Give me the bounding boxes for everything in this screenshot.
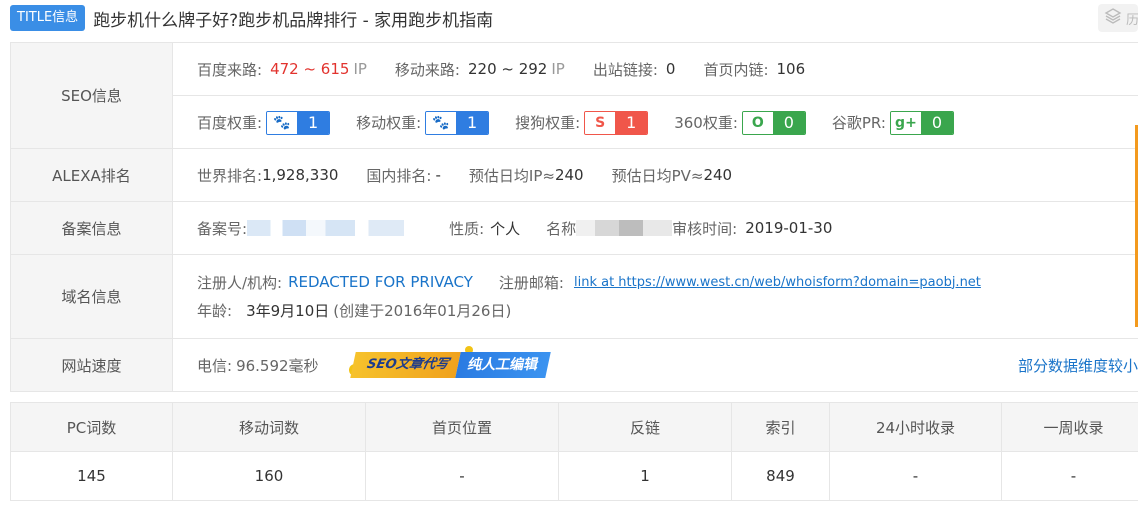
history-label: 历	[1126, 12, 1138, 28]
weight-label: 移动权重:	[356, 114, 422, 132]
paw-icon: 🐾	[267, 111, 298, 134]
seo-weights-line: 百度权重: 🐾 1 移动权重: 🐾 1 搜狗权重: S 1 360权重: O 0 谷歌PR: g+ 0	[173, 96, 1138, 149]
title-badge: TITLE信息	[10, 5, 86, 31]
domestic-rank-value: -	[435, 166, 441, 184]
nature-label: 性质:	[449, 219, 485, 238]
stats-table: PC词数 移动词数 首页位置 反链 索引 24小时收录 一周收录 145 160-1 849- -	[10, 402, 1138, 501]
data-note-link[interactable]: 部分数据维度较小	[1018, 339, 1138, 391]
weight-badge[interactable]: O0	[741, 110, 806, 135]
weight-badge[interactable]: S1	[584, 110, 649, 135]
domain-row: 域名信息 注册人/机构: REDACTED FOR PRIVACY 注册邮箱: …	[11, 255, 1138, 339]
stats-value-cell: -	[1002, 452, 1138, 501]
weight-value: 1	[615, 111, 648, 134]
created-date: (创建于2016年01月26日)	[333, 301, 512, 320]
alexa-label: ALEXA排名	[11, 149, 173, 201]
weight-label: 谷歌PR:	[831, 114, 886, 132]
daily-pv-value: 240	[703, 166, 733, 184]
home-internal-value[interactable]: 106	[777, 60, 806, 78]
sogou-icon: S	[585, 111, 616, 134]
daily-ip-label: 预估日均IP≈	[468, 166, 555, 185]
whois-email-link[interactable]: link at https://www.west.cn/web/whoisfor…	[574, 275, 996, 290]
site-info-table: SEO信息 百度来路: 472 ~ 615 IP 移动来路: 220 ~ 292…	[10, 42, 1138, 392]
domestic-rank-label: 国内排名:	[366, 166, 432, 185]
title-bar: TITLE信息 跑步机什么牌子好?跑步机品牌排行 - 家用跑步机指南 历	[10, 0, 1138, 36]
email-label: 注册邮箱:	[498, 273, 564, 292]
home-internal-label: 首页内链:	[703, 60, 769, 79]
beian-number-redacted	[247, 220, 444, 236]
beian-row: 备案信息 备案号: 性质: 个人 名称 审核时间: 2019-01-30	[11, 202, 1138, 255]
world-rank-value: 1,928,330	[262, 166, 339, 184]
ad-left-text: SEO文章代写	[349, 352, 461, 378]
ad-right-text: 纯人工编辑	[455, 352, 551, 378]
registrant-value[interactable]: REDACTED FOR PRIVACY	[288, 273, 473, 291]
seo-label: SEO信息	[11, 43, 173, 148]
beian-number-label: 备案号:	[197, 219, 248, 238]
outbound-value[interactable]: 0	[666, 60, 676, 78]
age-label: 年龄:	[197, 301, 233, 320]
daily-ip-value: 240	[554, 166, 584, 184]
audit-time-label: 审核时间:	[672, 219, 738, 238]
stats-header-cell: 索引	[732, 403, 830, 452]
outbound-label: 出站链接:	[592, 60, 658, 79]
google-plus-icon: g+	[890, 111, 921, 134]
domain-label: 域名信息	[11, 255, 173, 338]
stats-header-cell: 一周收录	[1002, 403, 1138, 452]
stats-value-cell[interactable]: 160	[173, 452, 366, 501]
history-button[interactable]: 历	[1098, 4, 1138, 32]
weight-value: 0	[920, 111, 953, 134]
speed-row: 网站速度 电信: 96.592毫秒 SEO文章代写 纯人工编辑 部分数据维度较小	[11, 339, 1138, 392]
baidu-traffic-value: 472 ~ 615	[270, 60, 350, 78]
stats-header-cell: 反链	[559, 403, 732, 452]
ip-unit: IP	[353, 60, 367, 78]
weight-value: 1	[456, 111, 489, 134]
telecom-label: 电信:	[197, 356, 233, 375]
360-icon: O	[742, 111, 773, 134]
beian-name-label: 名称	[546, 219, 577, 238]
registrant-label: 注册人/机构:	[197, 273, 283, 292]
layers-icon	[1104, 7, 1122, 29]
stats-header-cell: 24小时收录	[830, 403, 1002, 452]
world-rank-label: 世界排名:	[197, 166, 263, 185]
weight-badge[interactable]: g+ 0	[889, 110, 954, 135]
ip-unit: IP	[551, 60, 565, 78]
stats-header-cell: 移动词数	[173, 403, 366, 452]
telecom-value: 96.592毫秒	[236, 356, 319, 375]
weight-badge[interactable]: 🐾 1	[266, 110, 331, 135]
weight-value: 0	[772, 111, 805, 134]
stats-value-cell[interactable]: 849	[732, 452, 830, 501]
weight-label: 搜狗权重:	[515, 114, 581, 132]
stats-header-cell: 首页位置	[366, 403, 559, 452]
weight-badge[interactable]: 🐾 1	[425, 110, 490, 135]
stats-value-cell: -	[366, 452, 559, 501]
age-value: 3年9月10日	[246, 301, 330, 320]
stats-value-cell[interactable]: 145	[11, 452, 173, 501]
stats-value-cell[interactable]: 1	[559, 452, 732, 501]
seo-traffic-line: 百度来路: 472 ~ 615 IP 移动来路: 220 ~ 292 IP 出站…	[173, 43, 1138, 96]
mobile-traffic-label: 移动来路:	[394, 60, 460, 79]
mobile-traffic-value: 220 ~ 292	[467, 60, 548, 78]
beian-name-redacted	[576, 220, 673, 236]
seo-row: SEO信息 百度来路: 472 ~ 615 IP 移动来路: 220 ~ 292…	[11, 43, 1138, 149]
paw-icon: 🐾	[426, 111, 457, 134]
weight-label: 360权重:	[674, 114, 738, 132]
seo-writing-ad-banner[interactable]: SEO文章代写 纯人工编辑	[348, 346, 551, 378]
stats-header-cell: PC词数	[11, 403, 173, 452]
weight-label: 百度权重:	[197, 114, 263, 132]
speed-label: 网站速度	[11, 339, 173, 391]
alexa-row: ALEXA排名 世界排名: 1,928,330 国内排名: - 预估日均IP≈ …	[11, 149, 1138, 202]
daily-pv-label: 预估日均PV≈	[611, 166, 704, 185]
stats-value-cell: -	[830, 452, 1002, 501]
baidu-traffic-label: 百度来路:	[197, 60, 263, 79]
weight-value: 1	[297, 111, 330, 134]
page-title: 跑步机什么牌子好?跑步机品牌排行 - 家用跑步机指南	[93, 10, 494, 31]
beian-label: 备案信息	[11, 202, 173, 254]
audit-time-value: 2019-01-30	[745, 219, 833, 237]
nature-value: 个人	[490, 219, 521, 238]
